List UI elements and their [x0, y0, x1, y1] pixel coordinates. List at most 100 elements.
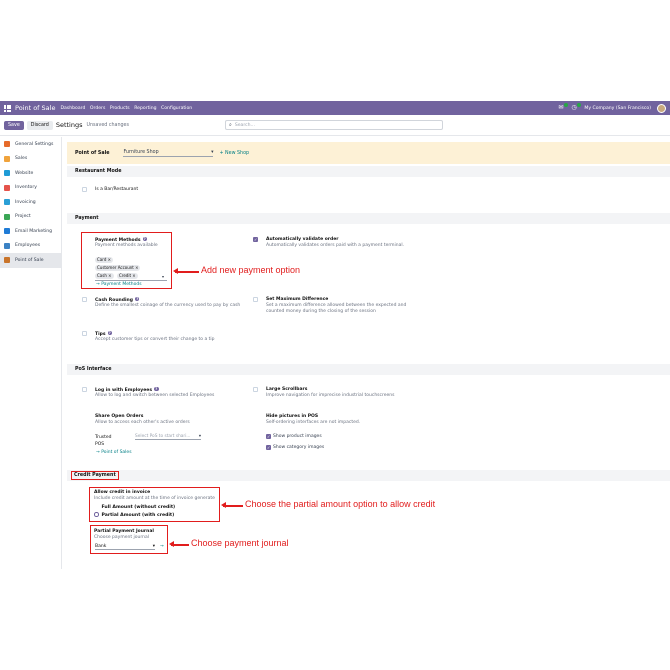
app-icon	[4, 242, 10, 249]
app-icon	[4, 170, 10, 177]
sidebar-item-label: Project	[15, 214, 31, 220]
activity-clock-icon[interactable]: ◷	[571, 103, 582, 111]
page-title: Settings	[55, 121, 83, 129]
search-placeholder: Search...	[234, 122, 255, 128]
menu-reporting[interactable]: Reporting	[134, 106, 156, 111]
unsaved-indicator: Unsaved changes	[86, 122, 130, 128]
setting-title: Show product images	[273, 433, 322, 439]
trusted-label: Trusted	[95, 435, 112, 440]
setting-desc: Automatically validates orders paid with…	[266, 243, 405, 248]
sidebar-item-sales[interactable]: Sales	[0, 152, 61, 167]
app-icon	[4, 184, 10, 191]
top-navbar: Point of Sale Dashboard Orders Products …	[0, 101, 670, 115]
navbar-right: ✉ ◷ My Company (San Francisco)	[558, 101, 666, 115]
sidebar-item-label: Point of Sale	[15, 257, 44, 263]
app-brand[interactable]: Point of Sale	[15, 104, 55, 112]
settings-content: Point of Sale Furniture Shop ▾ + New Shop…	[63, 137, 670, 569]
setting-title: Is a Bar/Restaurant	[95, 186, 139, 192]
auto-validate-checkbox[interactable]: ✓	[253, 237, 258, 242]
large-scrollbars-checkbox[interactable]	[253, 387, 258, 392]
sidebar-item-label: Email Marketing	[15, 228, 53, 234]
help-icon[interactable]: ?	[107, 330, 113, 335]
setting-title: Cash Rounding?	[95, 296, 140, 303]
chevron-down-icon: ▾	[198, 434, 201, 439]
menu-configuration[interactable]: Configuration	[161, 106, 192, 111]
sidebar-item-inventory[interactable]: Inventory	[0, 181, 61, 196]
setting-title: Set Maximum Difference	[266, 296, 329, 302]
menu-dashboard[interactable]: Dashboard	[60, 106, 85, 111]
bar-restaurant-checkbox[interactable]	[82, 187, 87, 192]
sidebar-item-label: General Settings	[15, 141, 54, 147]
app-icon	[4, 257, 10, 264]
avatar[interactable]	[657, 103, 666, 113]
company-switcher[interactable]: My Company (San Francisco)	[584, 106, 651, 111]
sidebar-item-invoicing[interactable]: Invoicing	[0, 195, 61, 210]
setting-title: Large Scrollbars	[266, 386, 308, 392]
sidebar-item-label: Invoicing	[15, 199, 36, 205]
section-restaurant-mode: Restaurant Mode	[67, 166, 670, 177]
annotation-add-payment: Add new payment option	[201, 265, 301, 275]
app-icon	[4, 213, 10, 220]
pos-label: Point of Sale	[75, 150, 110, 156]
trusted-label-2: POS	[95, 442, 105, 447]
app-icon	[4, 199, 10, 206]
section-credit-title: Credit Payment	[71, 471, 119, 480]
max-difference-checkbox[interactable]	[253, 297, 258, 302]
save-button[interactable]: Save	[4, 120, 24, 130]
menu-orders[interactable]: Orders	[90, 106, 105, 111]
tips-checkbox[interactable]	[82, 331, 87, 336]
control-panel: Save Discard Settings Unsaved changes ⌕ …	[0, 115, 670, 136]
setting-title: Share Open Orders	[95, 413, 144, 419]
setting-desc: Self-ordering interfaces are not impacte…	[266, 420, 361, 425]
setting-title: Hide pictures in POS	[266, 413, 319, 419]
highlight-credit-options	[89, 487, 220, 522]
annotation-arrow	[221, 502, 243, 508]
discard-button[interactable]: Discard	[26, 120, 53, 130]
highlight-journal	[90, 525, 168, 554]
help-icon[interactable]: ?	[154, 386, 159, 391]
setting-title: Log in with Employees?	[95, 386, 159, 393]
settings-sidebar: General Settings Sales Website Inventory Inv…	[0, 137, 62, 569]
annotation-journal: Choose payment journal	[191, 538, 289, 548]
help-icon[interactable]: ?	[134, 296, 140, 301]
setting-title: Automatically validate order	[266, 236, 339, 242]
app-icon	[4, 155, 10, 162]
app-icon	[4, 228, 10, 235]
pos-selector-bar: Point of Sale Furniture Shop ▾ + New Shop	[67, 142, 670, 164]
menu-products[interactable]: Products	[110, 106, 130, 111]
point-of-sales-link[interactable]: → Point of Sales	[96, 450, 132, 455]
highlight-payment-methods	[81, 232, 172, 289]
sidebar-item-employees[interactable]: Employees	[0, 239, 61, 254]
sidebar-item-general-settings[interactable]: General Settings	[0, 137, 61, 152]
section-credit-payment: Credit Payment	[67, 470, 670, 481]
sidebar-item-email-marketing[interactable]: Email Marketing	[0, 224, 61, 239]
annotation-partial: Choose the partial amount option to allo…	[245, 499, 436, 509]
login-employees-checkbox[interactable]	[82, 387, 87, 392]
show-category-images-checkbox[interactable]: ✓	[266, 445, 271, 450]
sidebar-item-project[interactable]: Project	[0, 210, 61, 225]
chat-icon[interactable]: ✉	[558, 103, 569, 111]
cash-rounding-checkbox[interactable]	[82, 297, 87, 302]
sidebar-item-point-of-sale[interactable]: Point of Sale	[0, 253, 61, 268]
trusted-pos-select[interactable]: Select PoS to start shari... ▾	[135, 434, 201, 440]
sidebar-item-website[interactable]: Website	[0, 166, 61, 181]
setting-title: Show category images	[273, 444, 325, 450]
section-payment: Payment	[67, 213, 670, 224]
setting-desc-2: counted money during the closing of the …	[266, 309, 376, 314]
setting-desc: Allow to access each other's active orde…	[95, 420, 190, 425]
setting-desc: Improve navigation for imprecise industr…	[266, 393, 395, 398]
search-icon: ⌕	[229, 122, 232, 128]
show-product-images-checkbox[interactable]: ✓	[266, 434, 271, 439]
annotation-arrow	[169, 541, 189, 547]
apps-grid-icon[interactable]	[4, 104, 11, 112]
search-input[interactable]: ⌕ Search...	[225, 120, 443, 130]
setting-desc: Allow to log and switch between selected…	[95, 393, 215, 398]
sidebar-item-label: Sales	[15, 156, 28, 162]
shop-select[interactable]: Furniture Shop ▾	[123, 150, 214, 157]
setting-title: Tips?	[95, 330, 113, 337]
app-icon	[4, 141, 10, 148]
annotation-arrow	[173, 268, 199, 274]
setting-desc: Define the smallest coinage of the curre…	[95, 303, 241, 308]
new-shop-button[interactable]: + New Shop	[219, 151, 249, 156]
sidebar-item-label: Website	[15, 170, 34, 176]
